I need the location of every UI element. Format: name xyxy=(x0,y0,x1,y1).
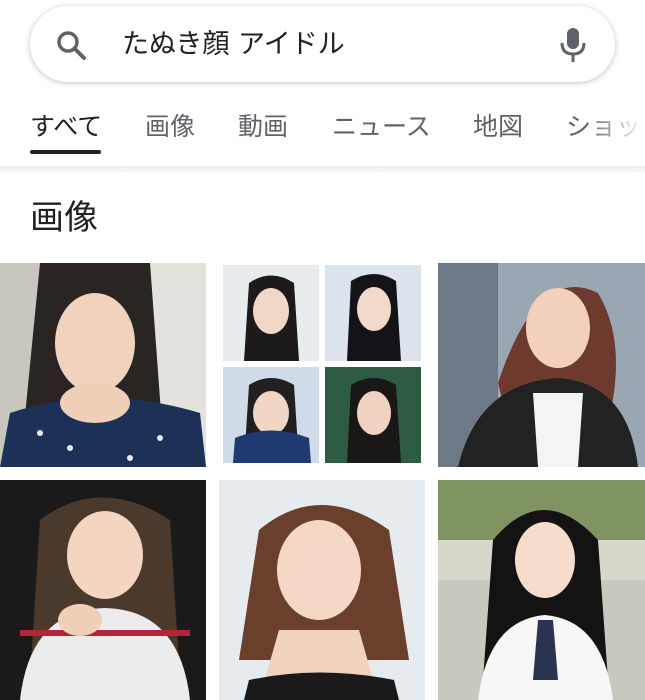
image-result-2[interactable] xyxy=(219,263,425,467)
active-tab-indicator xyxy=(30,150,101,154)
image-result-6[interactable] xyxy=(438,480,645,700)
tab-news[interactable]: ニュース xyxy=(332,112,431,142)
tabs-fade xyxy=(585,100,645,158)
images-section-title: 画像 xyxy=(30,198,98,238)
search-icon[interactable] xyxy=(54,28,88,62)
image-result-3[interactable] xyxy=(438,263,645,467)
image-result-1[interactable] xyxy=(0,263,206,467)
search-bar[interactable]: たぬき顔 アイドル xyxy=(30,6,615,82)
image-result-4[interactable] xyxy=(0,480,206,700)
image-result-5[interactable] xyxy=(219,480,425,700)
tab-images[interactable]: 画像 xyxy=(145,112,195,142)
tab-all[interactable]: すべて xyxy=(30,112,102,142)
tabs-divider xyxy=(0,166,645,172)
tab-videos[interactable]: 動画 xyxy=(238,112,288,142)
tab-maps[interactable]: 地図 xyxy=(473,112,523,142)
microphone-icon[interactable] xyxy=(559,26,587,64)
search-input[interactable]: たぬき顔 アイドル xyxy=(122,28,345,62)
